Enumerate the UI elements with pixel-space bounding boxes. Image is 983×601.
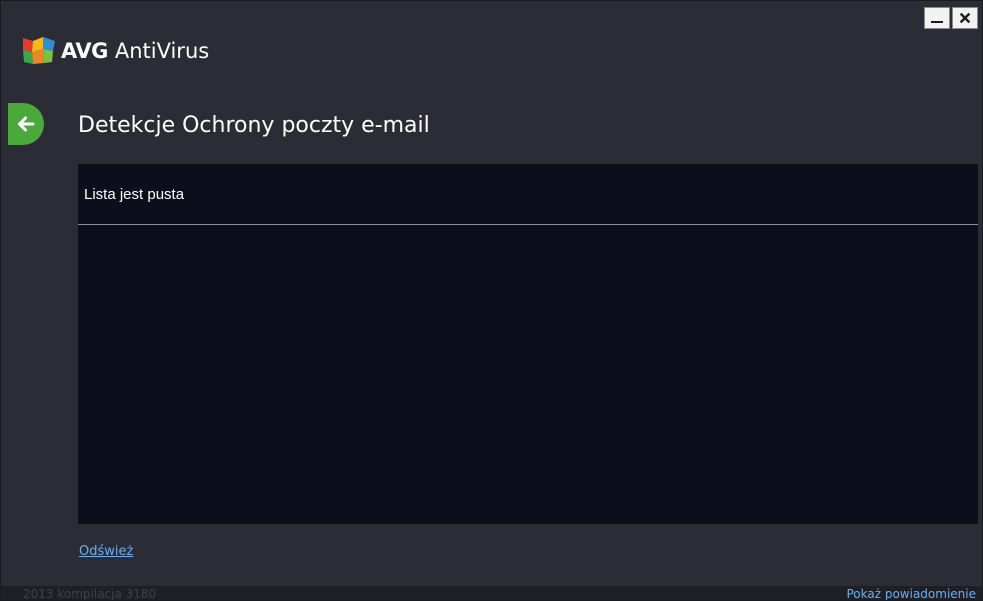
refresh-link[interactable]: Odśwież bbox=[79, 544, 133, 559]
back-button[interactable] bbox=[8, 103, 44, 145]
app-window: AVG AntiVirus Detekcje Ochrony poczty e-… bbox=[0, 0, 983, 601]
status-bar: 2013 kompilacja 3180 Pokaż powiadomienie bbox=[1, 586, 982, 601]
close-icon bbox=[959, 12, 971, 24]
show-notification-link[interactable]: Pokaż powiadomienie bbox=[846, 587, 976, 600]
minimize-button[interactable] bbox=[924, 7, 950, 29]
window-controls bbox=[924, 7, 978, 29]
close-button[interactable] bbox=[952, 7, 978, 29]
page-title: Detekcje Ochrony poczty e-mail bbox=[78, 113, 430, 138]
detections-list: Lista jest pusta bbox=[78, 164, 978, 524]
avg-logo-icon bbox=[23, 37, 55, 64]
app-logo: AVG AntiVirus bbox=[23, 35, 209, 67]
arrow-left-icon bbox=[18, 116, 35, 132]
logo-product-name: AntiVirus bbox=[114, 39, 210, 63]
empty-list-message: Lista jest pusta bbox=[84, 185, 185, 203]
logo-brand: AVG bbox=[61, 39, 108, 63]
list-header: Lista jest pusta bbox=[78, 164, 978, 225]
build-info: 2013 kompilacja 3180 bbox=[23, 587, 157, 601]
minimize-icon bbox=[931, 21, 943, 23]
